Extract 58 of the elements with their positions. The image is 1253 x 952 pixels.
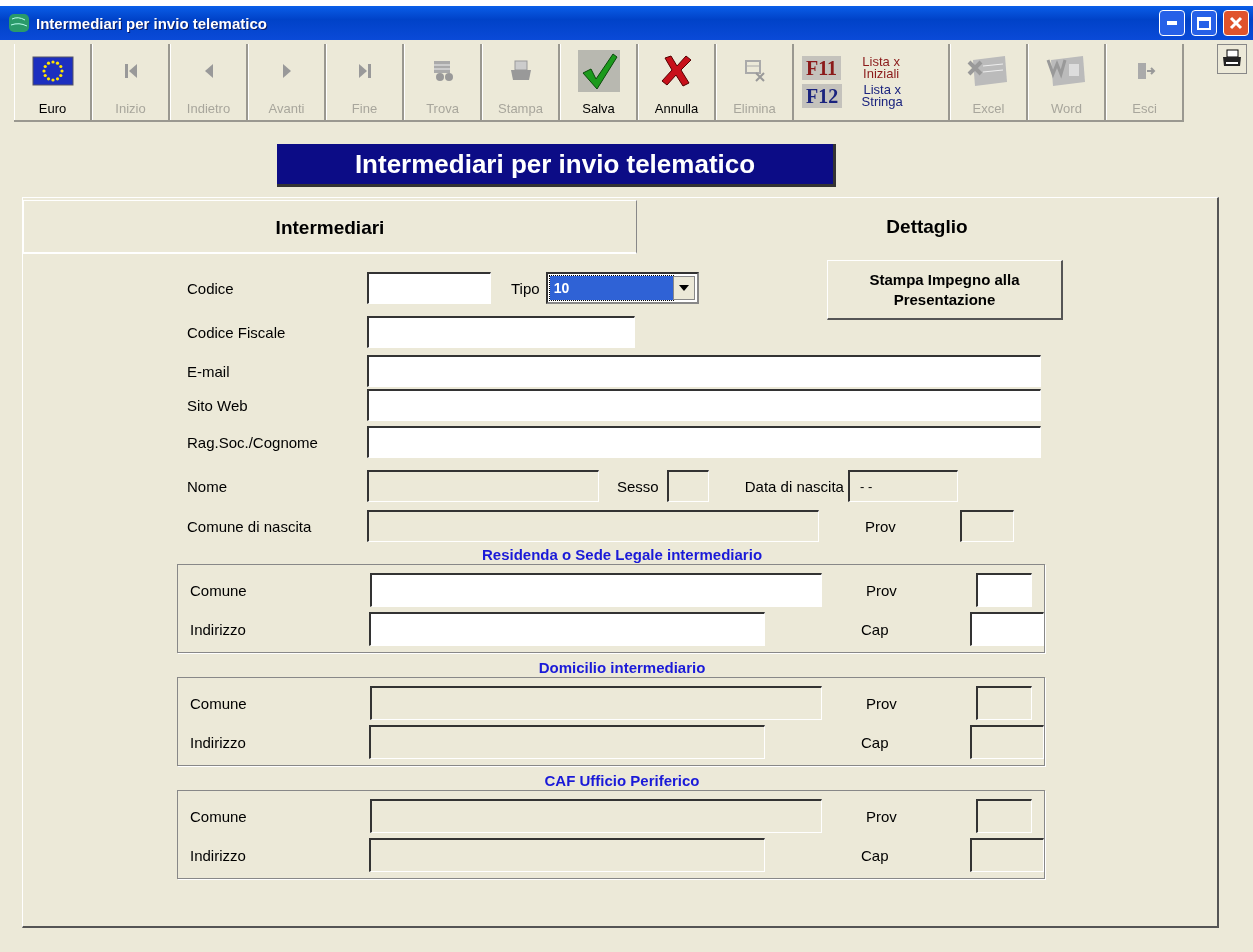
globe-icon (8, 13, 30, 33)
form-title: Intermediari per invio telematico (277, 144, 836, 187)
delete-record-icon (742, 58, 767, 84)
minimize-icon (1167, 21, 1177, 25)
field-label: Tipo (511, 279, 540, 297)
input-field[interactable] (367, 426, 1041, 458)
input-field[interactable] (369, 612, 765, 646)
section-heading: CAF Ufficio Periferico (543, 772, 701, 790)
printer-icon (1221, 49, 1243, 69)
input-field[interactable] (367, 355, 1041, 387)
close-button[interactable] (1223, 10, 1249, 36)
field-label: Nome (187, 477, 228, 495)
dropdown-arrow-icon (678, 285, 689, 291)
print-button[interactable] (1217, 44, 1247, 74)
shortcut-button[interactable]: F12 Lista x Stringa (802, 84, 948, 108)
type-dropdown[interactable]: 10 (545, 272, 699, 304)
close-icon (1229, 16, 1243, 30)
field-label: Comune (190, 581, 248, 599)
field-label: Cap (860, 846, 890, 864)
flag-icon (31, 54, 74, 88)
input-field[interactable] (367, 316, 635, 348)
field-label: Comune (190, 807, 248, 825)
field-label: Indirizzo (190, 620, 247, 638)
print-commitment-button[interactable]: Stampa Impegno alla Presentazione (827, 260, 1063, 320)
field-label: Sesso (617, 477, 659, 495)
field-label: E-mail (187, 362, 231, 380)
field-label: Prov (866, 694, 898, 712)
shortcut-button[interactable]: F11 Lista x Iniziali (802, 56, 948, 80)
maximize-icon (1197, 16, 1211, 30)
tab[interactable]: Intermediari (23, 200, 637, 254)
field-label: Sito Web (187, 396, 249, 414)
field-label: Codice (187, 279, 235, 297)
field-label: Codice Fiscale (187, 323, 287, 341)
field-label: Prov (865, 517, 896, 535)
section-heading: Domicilio intermediario (537, 659, 707, 677)
input-field[interactable] (970, 612, 1044, 646)
input-field[interactable] (367, 272, 491, 304)
field-label: Prov (866, 807, 898, 825)
maximize-button[interactable] (1191, 10, 1217, 36)
minimize-button[interactable] (1159, 10, 1185, 36)
field-label: Cap (860, 733, 890, 751)
window-title: Intermediari per invio telematico (36, 14, 268, 32)
field-label: Comune di nascita (187, 517, 313, 535)
checkmark-icon (576, 49, 621, 93)
input-field[interactable] (370, 573, 822, 607)
field-label: Indirizzo (190, 733, 247, 751)
toolbar-button[interactable]: Salva (560, 44, 638, 120)
field-label: Rag.Soc./Cognome (187, 433, 319, 451)
field-label: Prov (866, 581, 898, 599)
field-label: Indirizzo (190, 846, 247, 864)
input-field[interactable] (976, 573, 1032, 607)
toolbar-button[interactable]: Annulla (638, 44, 716, 120)
section-heading: Residenda o Sede Legale intermediario (480, 546, 764, 564)
field-label: Cap (860, 620, 890, 638)
input-field[interactable] (367, 389, 1041, 421)
field-label: Data di nascita (744, 477, 844, 495)
toolbar-button[interactable]: Euro (14, 44, 92, 120)
field-label: Comune (190, 694, 248, 712)
